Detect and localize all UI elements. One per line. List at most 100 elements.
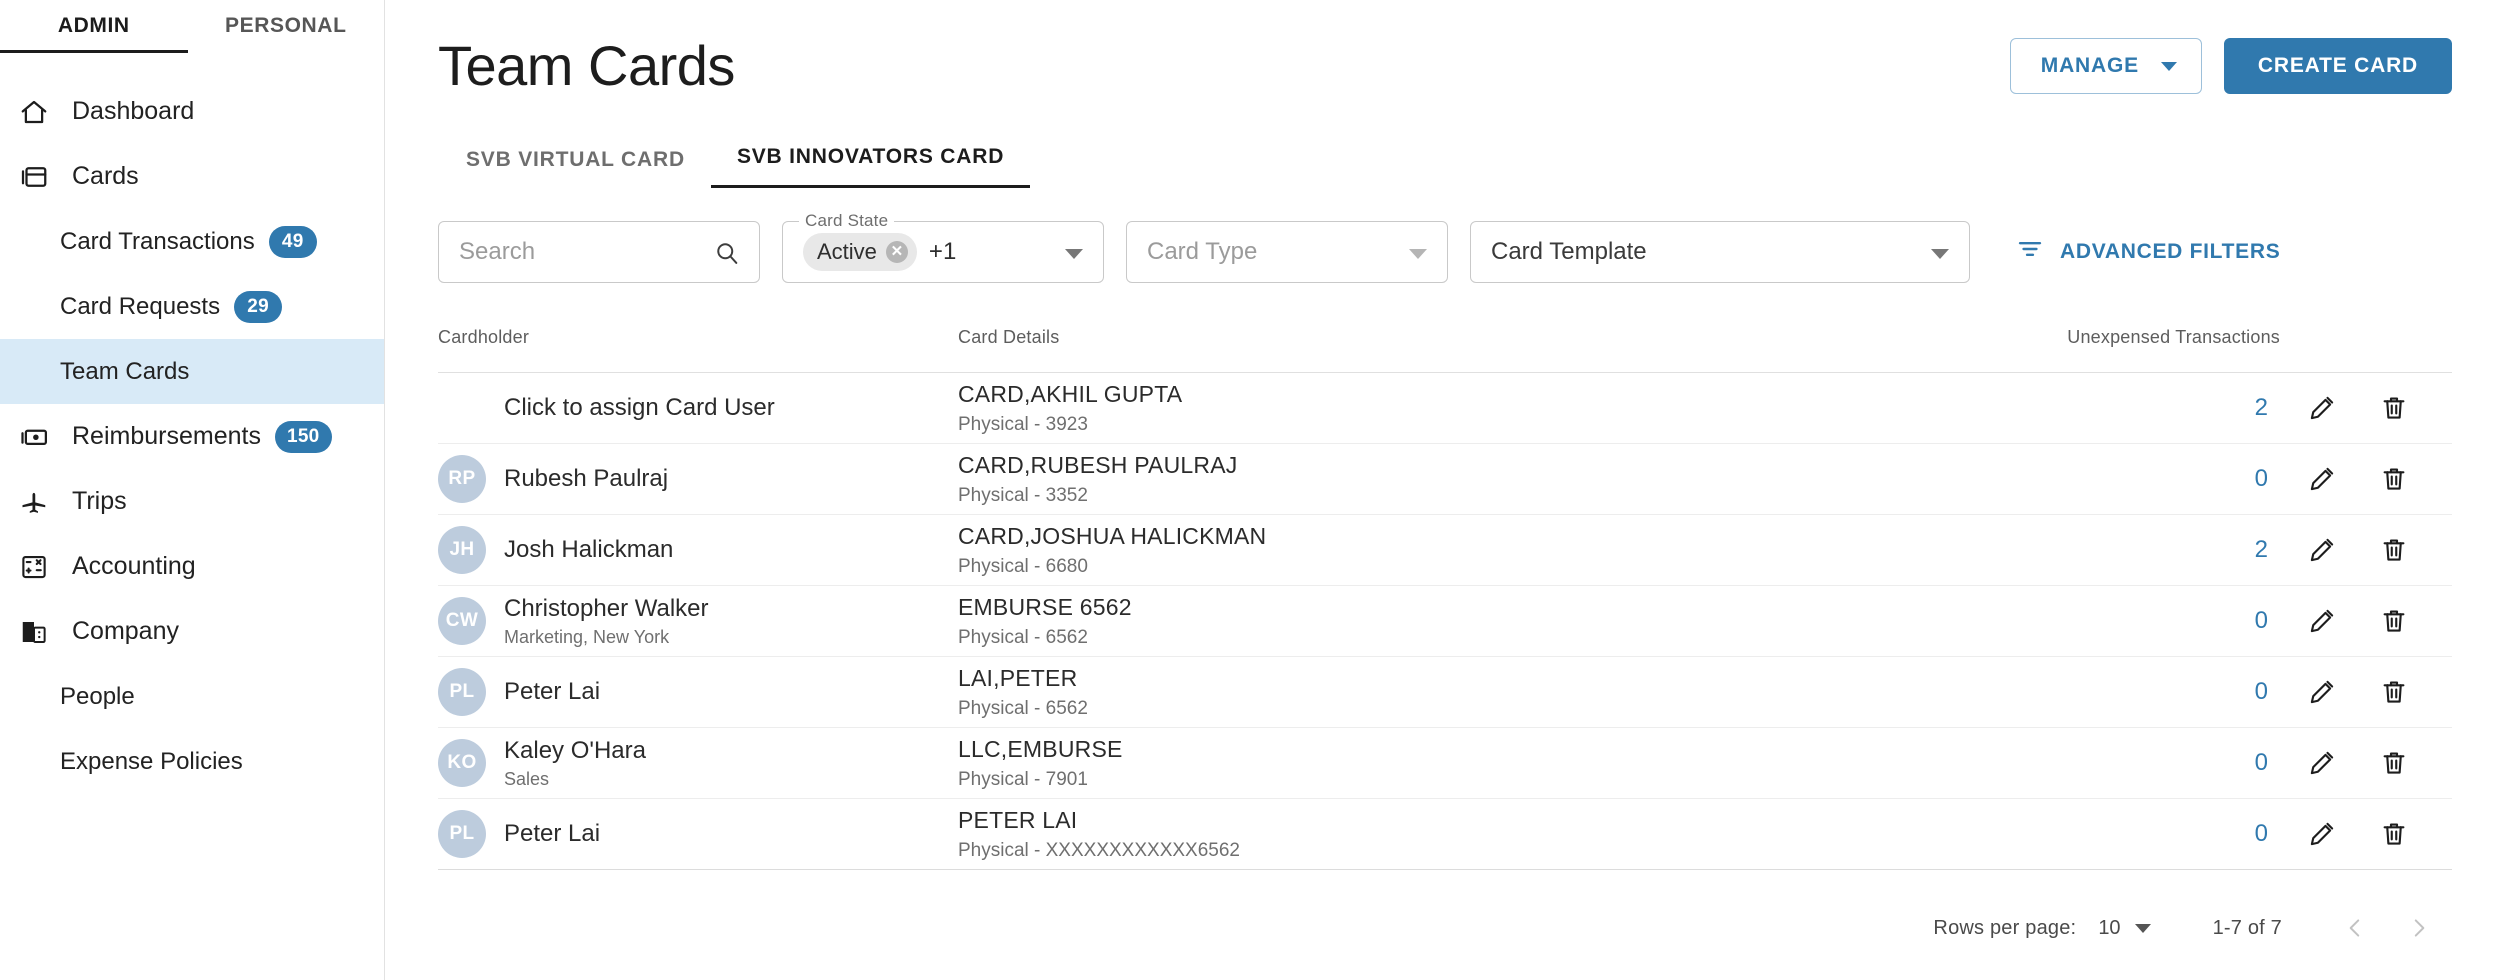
edit-icon[interactable] <box>2304 461 2340 497</box>
sidebar-item-card-requests[interactable]: Card Requests 29 <box>0 274 384 339</box>
assign-card-user-link[interactable]: Click to assign Card User <box>504 394 775 422</box>
create-card-button[interactable]: CREATE CARD <box>2223 38 2452 94</box>
manage-button[interactable]: MANAGE <box>2009 38 2202 94</box>
cardholder-cell[interactable]: CW Christopher Walker Marketing, New York <box>438 594 958 647</box>
sidebar-item-label: Dashboard <box>72 97 195 125</box>
scope-tab-admin[interactable]: ADMIN <box>0 14 188 53</box>
delete-icon[interactable] <box>2376 461 2412 497</box>
table-row[interactable]: RP Rubesh Paulraj CARD,RUBESH PAULRAJ Physi… <box>438 444 2452 515</box>
chevron-down-icon[interactable] <box>1065 249 1083 259</box>
tab-svb-innovators-card[interactable]: SVB INNOVATORS CARD <box>710 145 1031 188</box>
sidebar-item-reimbursements[interactable]: Reimbursements 150 <box>0 404 384 469</box>
sidebar-item-team-cards[interactable]: Team Cards <box>0 339 384 404</box>
cardholder-cell[interactable]: Click to assign Card User <box>438 384 958 432</box>
card-state-chip[interactable]: Active ✕ <box>803 233 917 271</box>
sidebar-item-expense-policies[interactable]: Expense Policies <box>0 729 384 794</box>
card-meta: Physical - XXXXXXXXXXXX6562 <box>958 839 1240 861</box>
unexpensed-count[interactable]: 0 <box>2242 607 2268 635</box>
cardholder-name: Peter Lai <box>504 678 601 706</box>
delete-icon[interactable] <box>2376 603 2412 639</box>
edit-icon[interactable] <box>2304 390 2340 426</box>
search-placeholder: Search <box>459 238 536 265</box>
table-row[interactable]: KO Kaley O'Hara Sales LLC,EMBURSE Physical -… <box>438 728 2452 799</box>
search-input[interactable]: Search <box>438 221 760 283</box>
delete-icon[interactable] <box>2376 532 2412 568</box>
cardholder-name: Kaley O'Hara <box>504 737 646 765</box>
table-row[interactable]: CW Christopher Walker Marketing, New York E… <box>438 586 2452 657</box>
sidebar-item-trips[interactable]: Trips <box>0 469 384 534</box>
sidebar-item-dashboard[interactable]: Dashboard <box>0 79 384 144</box>
cardholder-text: Josh Halickman <box>504 535 673 564</box>
previous-page-button[interactable] <box>2332 905 2378 951</box>
cardholder-cell[interactable]: KO Kaley O'Hara Sales <box>438 736 958 789</box>
cards-icon <box>17 160 51 194</box>
header-actions: MANAGE CREATE CARD <box>2009 38 2452 94</box>
page-title: Team Cards <box>438 34 735 98</box>
card-name: LAI,PETER <box>958 665 1078 692</box>
sidebar-item-cards[interactable]: Cards <box>0 144 384 209</box>
edit-icon[interactable] <box>2304 532 2340 568</box>
next-page-button[interactable] <box>2396 905 2442 951</box>
unexpensed-count[interactable]: 0 <box>2242 749 2268 777</box>
card-meta: Physical - 6562 <box>958 697 1088 719</box>
row-actions: 0 <box>1758 674 2452 710</box>
app-root: ADMIN PERSONAL Dashboard Cards Card Tran… <box>0 0 2500 980</box>
sidebar-item-company[interactable]: Company <box>0 599 384 664</box>
delete-icon[interactable] <box>2376 674 2412 710</box>
chevron-down-icon <box>2160 61 2177 71</box>
advanced-filters-button[interactable]: ADVANCED FILTERS <box>2016 235 2280 269</box>
edit-icon[interactable] <box>2304 674 2340 710</box>
tab-svb-virtual-card[interactable]: SVB VIRTUAL CARD <box>440 148 711 188</box>
edit-icon[interactable] <box>2304 603 2340 639</box>
sidebar-item-label: Accounting <box>72 552 196 580</box>
unexpensed-count[interactable]: 0 <box>2242 465 2268 493</box>
cardholder-cell[interactable]: RP Rubesh Paulraj <box>438 455 958 503</box>
row-actions: 2 <box>1758 532 2452 568</box>
delete-icon[interactable] <box>2376 745 2412 781</box>
table-row[interactable]: PL Peter Lai PETER LAI Physical - XXXXXXXXX… <box>438 799 2452 870</box>
card-state-filter[interactable]: Card State Active ✕ +1 <box>782 211 1104 283</box>
cardholder-cell[interactable]: PL Peter Lai <box>438 668 958 716</box>
card-details-cell: EMBURSE 6562 Physical - 6562 <box>958 593 1758 649</box>
edit-icon[interactable] <box>2304 745 2340 781</box>
delete-icon[interactable] <box>2376 816 2412 852</box>
table-row[interactable]: JH Josh Halickman CARD,JOSHUA HALICKMAN Phy… <box>438 515 2452 586</box>
column-header-cardholder: Cardholder <box>438 327 530 347</box>
sidebar-item-people[interactable]: People <box>0 664 384 729</box>
unexpensed-count[interactable]: 2 <box>2242 394 2268 422</box>
rows-per-page-select[interactable]: 10 <box>2098 917 2151 940</box>
cardholder-cell[interactable]: JH Josh Halickman <box>438 526 958 574</box>
chevron-down-icon[interactable] <box>1409 249 1427 259</box>
pagination-nav <box>2332 905 2442 951</box>
advanced-filters-label: ADVANCED FILTERS <box>2060 240 2281 263</box>
building-icon <box>17 615 51 649</box>
row-actions: 2 <box>1758 390 2452 426</box>
card-state-overflow-count: +1 <box>928 238 957 265</box>
chevron-down-icon[interactable] <box>1931 249 1949 259</box>
card-details-cell: LAI,PETER Physical - 6562 <box>958 664 1758 720</box>
edit-icon[interactable] <box>2304 816 2340 852</box>
row-actions: 0 <box>1758 745 2452 781</box>
filters-bar: Search Card State Active ✕ +1 Card Type … <box>438 211 2452 283</box>
avatar: CW <box>438 596 486 645</box>
unexpensed-count[interactable]: 0 <box>2242 820 2268 848</box>
cardholder-text: Peter Lai <box>504 819 600 848</box>
table-row[interactable]: PL Peter Lai LAI,PETER Physical - 6562 0 <box>438 657 2452 728</box>
card-type-filter[interactable]: Card Type <box>1126 221 1448 283</box>
card-template-filter[interactable]: Card Template <box>1470 221 1970 283</box>
search-icon[interactable] <box>713 239 741 272</box>
sidebar-item-label: Team Cards <box>60 357 190 385</box>
scope-tab-personal[interactable]: PERSONAL <box>188 14 384 50</box>
table-header-row: Cardholder Card Details Unexpensed Trans… <box>438 327 2452 373</box>
sidebar-item-accounting[interactable]: Accounting <box>0 534 384 599</box>
cardholder-name: Peter Lai <box>504 820 601 848</box>
close-icon[interactable]: ✕ <box>885 241 908 263</box>
unexpensed-count[interactable]: 0 <box>2242 678 2268 706</box>
delete-icon[interactable] <box>2376 390 2412 426</box>
card-name: EMBURSE 6562 <box>958 594 1132 621</box>
sidebar-item-card-transactions[interactable]: Card Transactions 49 <box>0 209 384 274</box>
table-row[interactable]: Click to assign Card User CARD,AKHIL GUPT… <box>438 373 2452 444</box>
sidebar-item-label: Trips <box>72 487 127 515</box>
cardholder-cell[interactable]: PL Peter Lai <box>438 810 958 858</box>
unexpensed-count[interactable]: 2 <box>2242 536 2268 564</box>
